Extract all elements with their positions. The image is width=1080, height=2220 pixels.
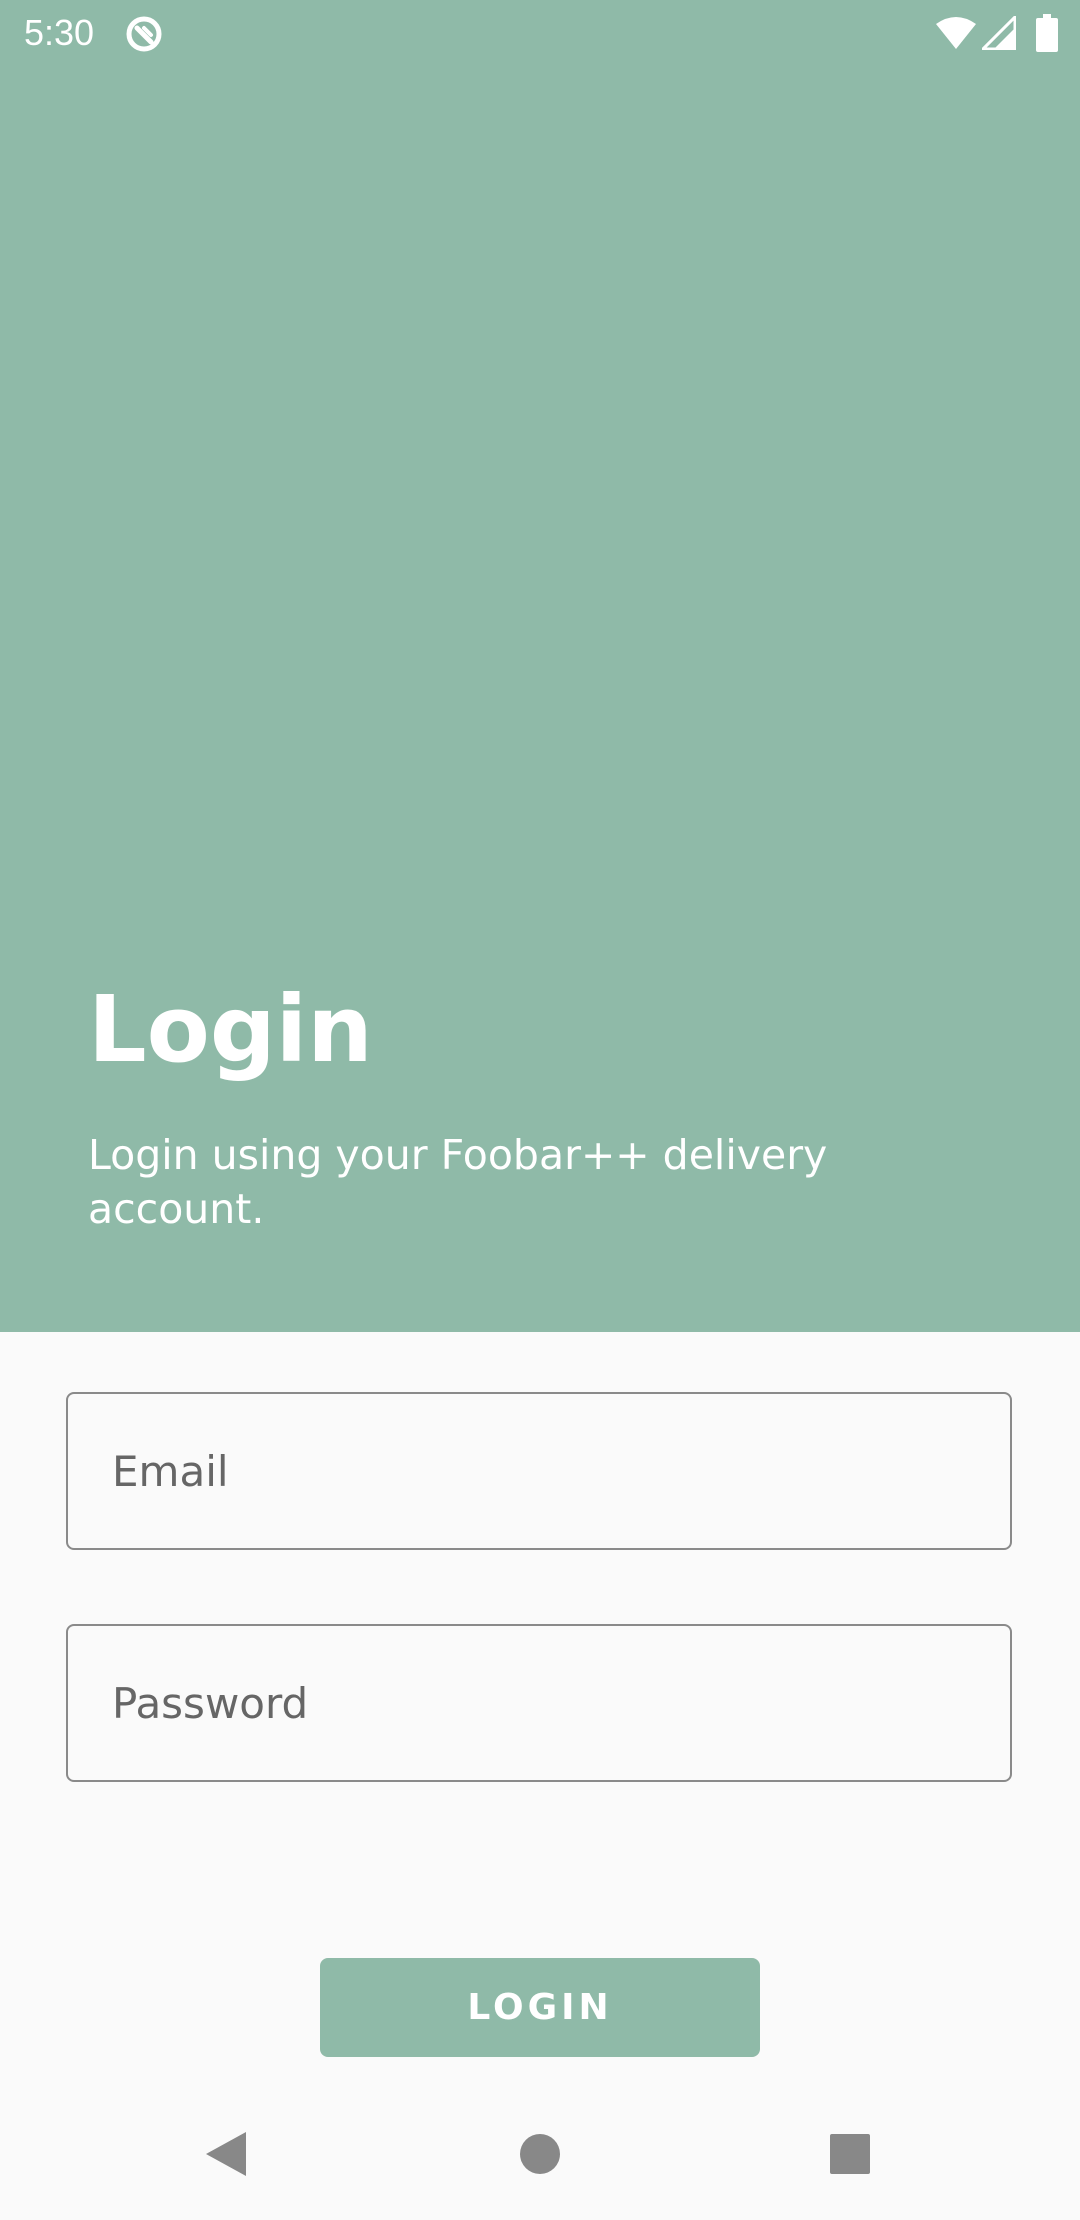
status-time: 5:30	[24, 12, 95, 53]
recents-icon[interactable]	[829, 2133, 871, 2175]
cell-signal-icon	[982, 16, 1016, 50]
back-icon[interactable]	[204, 2130, 248, 2178]
login-screen: 5:30 Login Login using your Foobar++ del…	[0, 0, 1080, 2220]
page-subtitle: Login using your Foobar++ delivery accou…	[88, 1131, 828, 1233]
password-field[interactable]	[66, 1624, 1012, 1782]
email-input[interactable]	[68, 1394, 1010, 1548]
battery-icon	[1036, 14, 1058, 52]
navigation-bar	[0, 2090, 1080, 2220]
login-button[interactable]: LOGIN	[320, 1958, 760, 2057]
page-title: Login	[88, 976, 373, 1083]
home-icon[interactable]	[519, 2133, 561, 2175]
password-input[interactable]	[68, 1626, 1010, 1780]
wifi-icon	[936, 17, 976, 49]
notification-app-icon	[126, 16, 162, 52]
status-bar: 5:30	[0, 0, 1080, 66]
email-field[interactable]	[66, 1392, 1012, 1550]
header-banner: 5:30 Login Login using your Foobar++ del…	[0, 0, 1080, 1332]
